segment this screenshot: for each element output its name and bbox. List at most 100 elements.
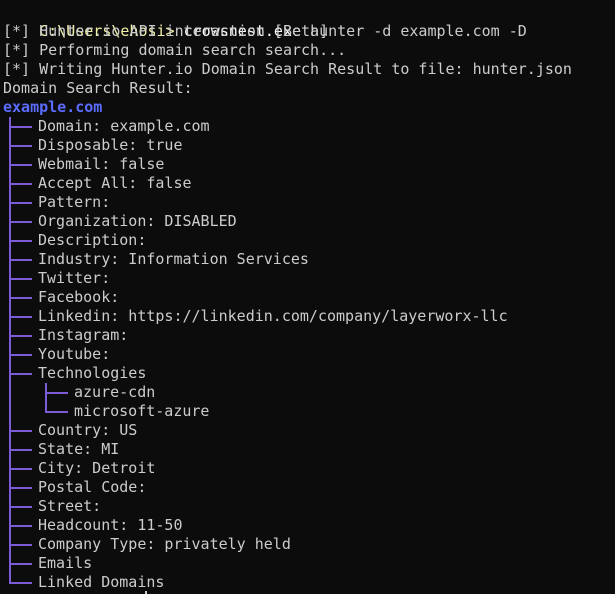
tree-branch-line [9,183,32,185]
tree-sub-trunk-line [45,383,47,402]
tree-item: Instagram: [3,326,615,345]
result-heading: Domain Search Result: [3,79,193,97]
tree-branch-line [9,297,32,299]
tree-trunk-line [9,345,11,364]
tree-item-text: Street: [38,497,102,515]
tree-trunk-line [9,497,11,516]
tree-root-label: example.com [3,98,103,116]
tree-sub-branch-connector [42,402,68,421]
tree-branch-line [9,373,32,375]
tree-item-text: Youtube: [38,345,111,363]
tree-subitem: azure-cdn [3,383,615,402]
tree-item-text: Accept All: false [38,174,192,192]
tree-trunk-line [9,326,11,345]
tree-item: Youtube: [3,345,615,364]
tree-branch-line [9,259,32,261]
technology-name: microsoft-azure [74,402,210,420]
log-line: [*] Hunter.io API interaction [Beta] [3,22,329,40]
tree-trunk-line [9,250,11,269]
tree-item-text: Instagram: [38,326,129,344]
result-tree: Domain: example.com Disposable: true Webma… [3,117,615,592]
tree-item: Accept All: false [3,174,615,193]
tree-branch-line [9,354,32,356]
tree-branch-line [9,487,32,489]
tree-item-text: Linked Domains [38,573,165,591]
tree-item: Organization: DISABLED [3,212,615,231]
tree-branch-connector [6,117,32,136]
tree-trunk-line [9,269,11,288]
tree-branch-connector [6,155,32,174]
tree-item-text: City: Detroit [38,459,156,477]
tree-trunk-line [9,117,11,136]
tree-branch-connector [6,136,32,155]
technology-name: azure-cdn [74,383,156,401]
tree-branch-connector [6,250,32,269]
tree-item-text: Organization: DISABLED [38,212,237,230]
tree-item-text: Domain: example.com [38,117,210,135]
tree-branch-line [9,126,32,128]
command-prompt-line: C:\Users\ehosi> crowsnest.exe hunter -d … [3,3,615,40]
tree-item-text: Linkedin: https://linkedin.com/company/l… [38,307,508,325]
tree-branch-line [9,563,32,565]
tree-branch-connector [6,440,32,459]
tree-item-text: Description: [38,231,147,249]
tree-branch-line [9,240,32,242]
tree-trunk-line [9,402,11,421]
tree-branch-line [9,449,32,451]
tree-sub-trunk-line [45,402,47,412]
tree-trunk-line [9,193,11,212]
tree-item: Pattern: [3,193,615,212]
tree-item-text: Technologies [38,364,147,382]
tree-item: Disposable: true [3,136,615,155]
tree-trunk-line [9,383,11,402]
tree-branch-connector [6,421,32,440]
tree-branch-line [9,430,32,432]
tree-branch-connector [6,193,32,212]
tree-item: Industry: Information Services [3,250,615,269]
tree-branch-line [9,525,32,527]
tree-item: Linkedin: https://linkedin.com/company/l… [3,307,615,326]
tree-branch-connector [6,269,32,288]
tree-item: Facebook: [3,288,615,307]
tree-branch-line [9,468,32,470]
tree-item-text: Company Type: privately held [38,535,291,553]
tree-item: Domain: example.com [3,117,615,136]
tree-branch-connector [6,554,32,573]
tree-item: Country: US [3,421,615,440]
tree-item-text: Pattern: [38,193,111,211]
tree-branch-connector [6,364,32,383]
tree-item-text: Webmail: false [38,155,165,173]
tree-trunk-line [9,478,11,497]
tree-item-text: Postal Code: [38,478,147,496]
tree-branch-connector [6,288,32,307]
tree-item: Company Type: privately held [3,535,615,554]
tree-item: Headcount: 11-50 [3,516,615,535]
tree-sub-branch-line [45,411,68,413]
tree-item-text: Industry: Information Services [38,250,309,268]
tree-item: Emails [3,554,615,573]
tree-trunk-line [9,174,11,193]
tree-item: Description: [3,231,615,250]
tree-trunk-line [9,459,11,478]
tree-item-text: Country: US [38,421,138,439]
tree-branch-line [9,544,32,546]
tree-trunk-line [9,535,11,554]
tree-branch-connector [6,212,32,231]
tree-branch-connector [6,345,32,364]
tree-branch-line [9,221,32,223]
tree-item: Linked Domains [3,573,615,592]
tree-item-text: State: MI [38,440,120,458]
tree-branch-line [9,202,32,204]
tree-branch-connector [6,573,32,592]
tree-branch-line [9,145,32,147]
tree-branch-connector [6,497,32,516]
tree-trunk-line [9,307,11,326]
terminal-window[interactable]: C:\Users\ehosi> crowsnest.exe hunter -d … [0,0,615,594]
tree-branch-connector [6,478,32,497]
tree-branch-connector [6,383,32,402]
tree-branch-line [9,316,32,318]
log-line: [*] Performing domain search search... [3,41,347,59]
tree-item: Webmail: false [3,155,615,174]
tree-trunk-line [9,421,11,440]
tree-trunk-line [9,212,11,231]
